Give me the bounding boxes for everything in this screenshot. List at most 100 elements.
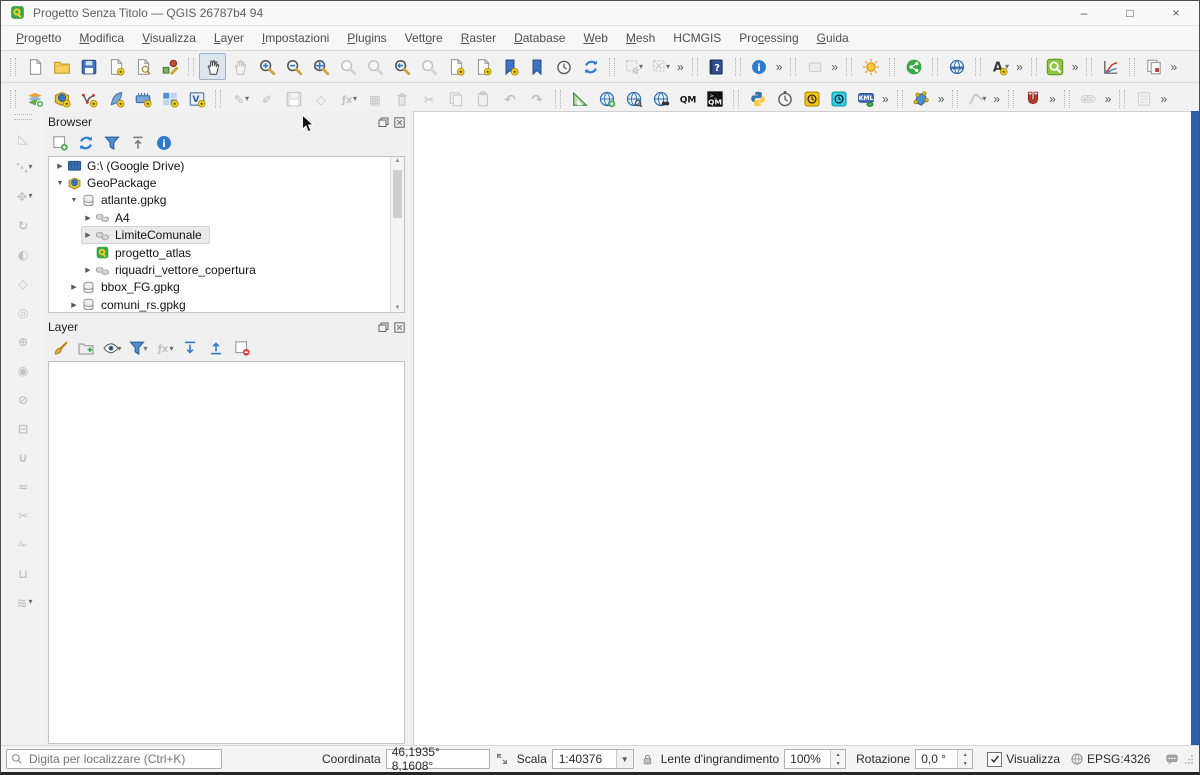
- toolbar-handle[interactable]: [896, 89, 903, 108]
- magnifier-spin[interactable]: 100% ▲ ▼: [784, 749, 847, 769]
- tree-item-riquadri-vettore-copertura[interactable]: ▶ riquadri_vettore_copertura: [49, 261, 404, 278]
- menu-layer[interactable]: Layer: [205, 29, 253, 47]
- plugin-time-manager-button[interactable]: [798, 85, 825, 112]
- zoom-next-button[interactable]: [415, 53, 442, 80]
- new-3d-map-view-button[interactable]: [469, 53, 496, 80]
- toolbar-handle[interactable]: [10, 57, 16, 76]
- chevron-down-icon[interactable]: ▼: [615, 750, 633, 768]
- toolbar-handle[interactable]: [975, 57, 982, 76]
- filter-by-expression-button[interactable]: ƒx ▾: [152, 337, 176, 359]
- copy-move-feature-button[interactable]: ↻: [11, 212, 36, 237]
- temporal-controller-button[interactable]: [550, 53, 577, 80]
- new-print-layout-button[interactable]: [102, 53, 129, 80]
- tree-item-progetto-atlas[interactable]: progetto_atlas: [49, 244, 404, 261]
- cut-features-button[interactable]: ✂: [415, 85, 442, 112]
- messages-icon[interactable]: [1164, 752, 1180, 766]
- delete-part-button[interactable]: ⊟: [11, 415, 36, 440]
- zoom-last-button[interactable]: [388, 53, 415, 80]
- menu-modifica[interactable]: Modifica: [70, 29, 133, 47]
- toolbar-handle[interactable]: [1119, 89, 1126, 108]
- project-open-button[interactable]: [48, 53, 75, 80]
- refresh-map-button[interactable]: [577, 53, 604, 80]
- data-source-manager-button[interactable]: [21, 85, 48, 112]
- menu-impostazioni[interactable]: Impostazioni: [253, 29, 338, 47]
- remove-layer-button[interactable]: [230, 337, 254, 359]
- delete-ring-button[interactable]: ⊘: [11, 386, 36, 411]
- scroll-up-icon[interactable]: ▲: [391, 158, 404, 164]
- toolbar-overflow-button[interactable]: »: [1069, 60, 1082, 74]
- plugin-zoom-level-button[interactable]: [1042, 53, 1069, 80]
- save-layer-edits-button[interactable]: [280, 85, 307, 112]
- new-virtual-layer-button[interactable]: V: [183, 85, 210, 112]
- measure-segment-button[interactable]: ⋱ ▾: [11, 154, 36, 179]
- expander-closed-icon[interactable]: ▶: [82, 231, 94, 239]
- zoom-to-layer-button[interactable]: [361, 53, 388, 80]
- toolbar-overflow-button[interactable]: »: [674, 60, 687, 74]
- collapse-all-layers-button[interactable]: [204, 337, 228, 359]
- toolbar-handle[interactable]: [734, 57, 741, 76]
- plugin-globe-search-button[interactable]: [620, 85, 647, 112]
- resize-grip[interactable]: [1184, 754, 1194, 764]
- toolbar-handle[interactable]: [932, 57, 939, 76]
- undo-button[interactable]: ↶: [496, 85, 523, 112]
- browser-panel-header[interactable]: Browser: [48, 113, 405, 131]
- scrollbar-thumb[interactable]: [393, 170, 402, 218]
- select-features-button[interactable]: ▾: [620, 53, 647, 80]
- extents-toggle-icon[interactable]: [495, 752, 509, 766]
- menu-processing[interactable]: Processing: [730, 29, 807, 47]
- menu-raster[interactable]: Raster: [452, 29, 505, 47]
- merge-features-button[interactable]: ⊔: [11, 560, 36, 585]
- simplify-feature-button[interactable]: ◇: [11, 270, 36, 295]
- delete-selected-button[interactable]: [388, 85, 415, 112]
- show-layout-manager-button[interactable]: [129, 53, 156, 80]
- toolbar-overflow-button[interactable]: »: [773, 60, 786, 74]
- tree-item-bbox-fg-gpkg[interactable]: ▶ bbox_FG.gpkg: [49, 279, 404, 296]
- move-feature-button[interactable]: ✥ ▾: [11, 183, 36, 208]
- label-abc-button[interactable]: abc: [1075, 85, 1102, 112]
- style-manager-button[interactable]: [156, 53, 183, 80]
- new-mesh-layer-button[interactable]: [156, 85, 183, 112]
- expander-closed-icon[interactable]: ▶: [82, 266, 94, 274]
- toolbar-handle[interactable]: [188, 57, 194, 76]
- project-save-button[interactable]: [75, 53, 102, 80]
- interpolate-point-button[interactable]: ◺: [11, 125, 36, 150]
- coordinate-field[interactable]: 46,1935° 8,1608°: [385, 745, 490, 772]
- pan-to-selection-button[interactable]: [226, 53, 253, 80]
- python-console-button[interactable]: [744, 85, 771, 112]
- toolbar-overflow-button[interactable]: »: [1157, 92, 1170, 106]
- toolbar-handle[interactable]: [733, 89, 739, 108]
- plugin-sun-button[interactable]: [857, 53, 884, 80]
- toolbar-handle[interactable]: [691, 57, 698, 76]
- locator-search[interactable]: [6, 749, 222, 769]
- field-calculator-button[interactable]: ƒx ▾: [334, 85, 361, 112]
- add-selected-layers-button[interactable]: [48, 132, 72, 154]
- menu-plugins[interactable]: Plugins: [338, 29, 395, 47]
- offset-curve-button[interactable]: ∪: [11, 444, 36, 469]
- map-canvas[interactable]: [413, 111, 1191, 746]
- layers-list[interactable]: [48, 361, 405, 744]
- plugin-web-globe-button[interactable]: www: [943, 53, 970, 80]
- add-ring-button[interactable]: ◎: [11, 299, 36, 324]
- expander-closed-icon[interactable]: ▶: [82, 214, 94, 222]
- plugin-document-copy-button[interactable]: [1140, 53, 1167, 80]
- toolbar-handle[interactable]: [1063, 89, 1070, 108]
- plugin-globe-add-button[interactable]: [593, 85, 620, 112]
- toolbar-overflow-button[interactable]: »: [1013, 60, 1026, 74]
- reshape-features-button[interactable]: ≈: [11, 473, 36, 498]
- qms-search-button[interactable]: >_ QM: [701, 85, 728, 112]
- new-shapefile-layer-button[interactable]: [75, 85, 102, 112]
- plugin-profile-chart-button[interactable]: [1097, 53, 1124, 80]
- collapse-all-button[interactable]: [126, 132, 150, 154]
- menu-progetto[interactable]: Progetto: [7, 29, 70, 47]
- plugin-stopwatch-button[interactable]: [771, 85, 798, 112]
- toolbar-handle[interactable]: [846, 57, 853, 76]
- rotate-feature-button[interactable]: ◐: [11, 241, 36, 266]
- plugin-temporal-cyan-button[interactable]: [825, 85, 852, 112]
- browser-scrollbar[interactable]: ▲ ▼: [390, 157, 404, 312]
- add-group-button[interactable]: [74, 337, 98, 359]
- filter-legend-button[interactable]: ▾: [126, 337, 150, 359]
- spinner-arrows[interactable]: ▲ ▼: [830, 750, 846, 768]
- add-feature-button[interactable]: ◇: [307, 85, 334, 112]
- toolbar-overflow-button[interactable]: »: [1046, 92, 1059, 106]
- expander-open-icon[interactable]: ▼: [68, 197, 80, 204]
